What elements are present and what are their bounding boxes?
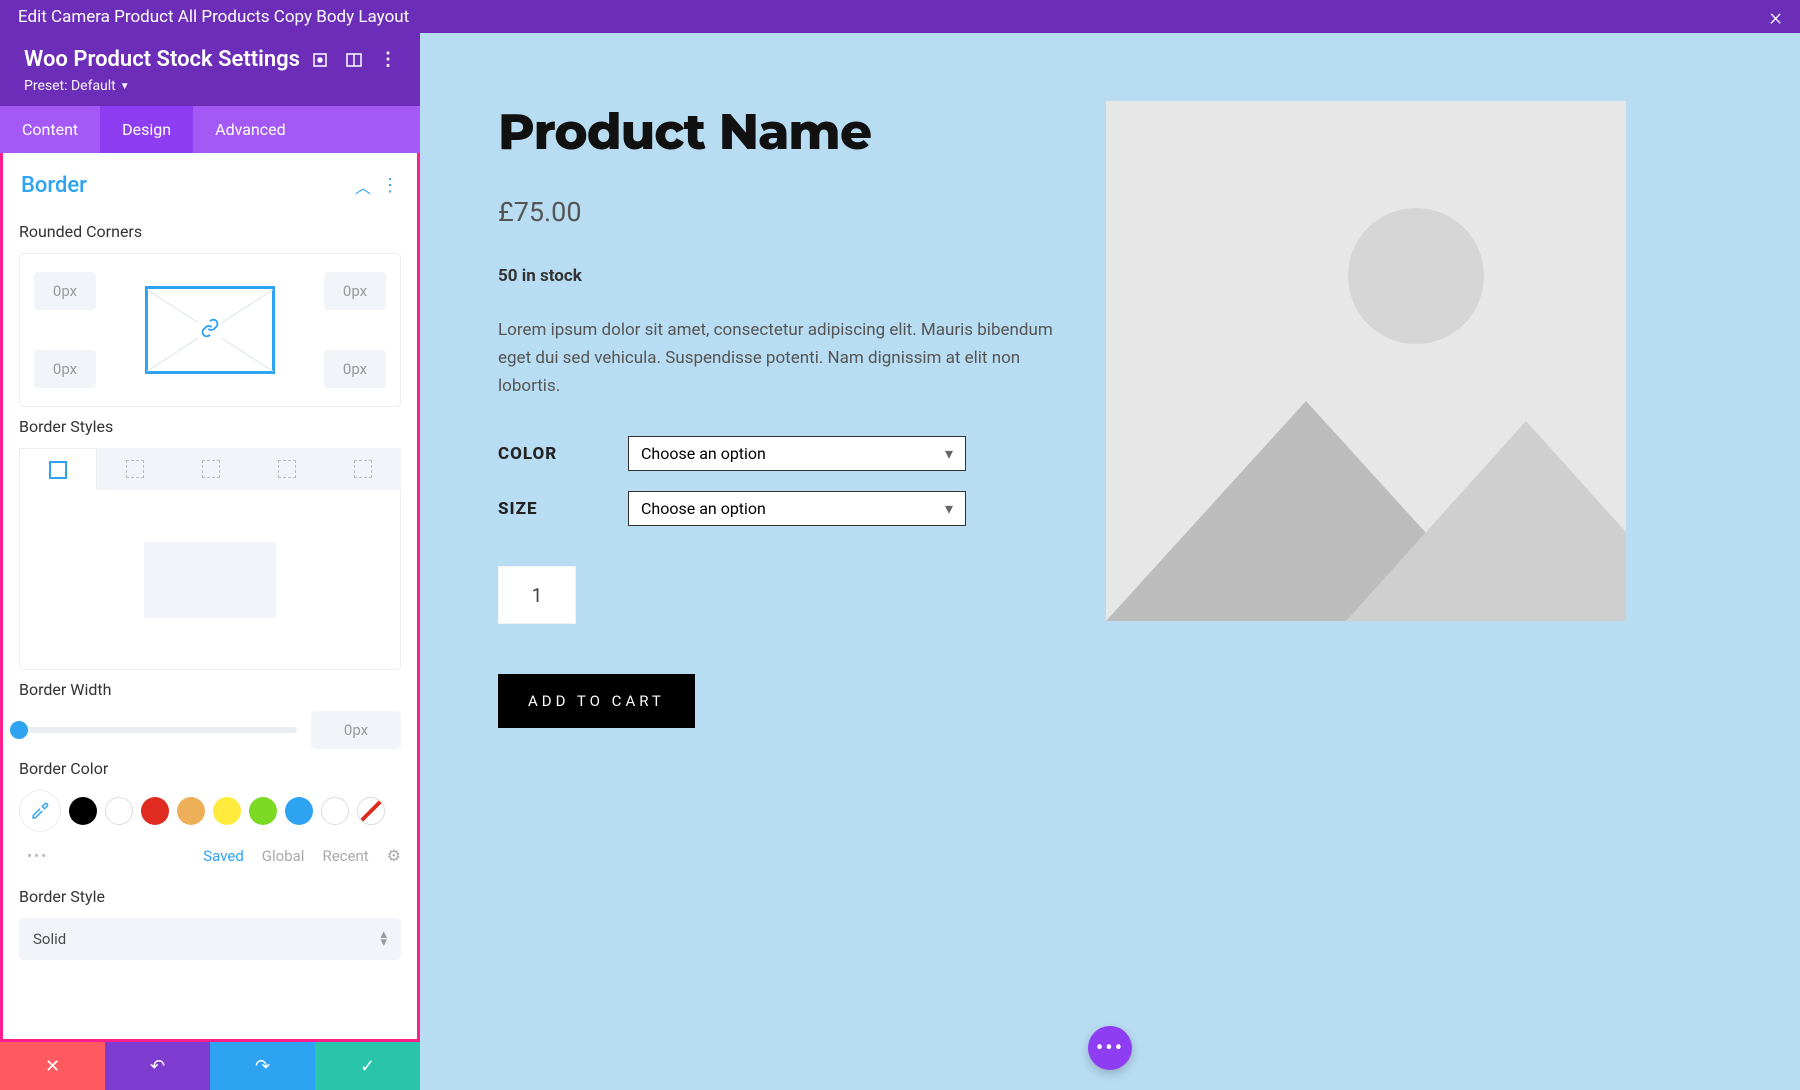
- rounded-corners-label: Rounded Corners: [19, 222, 401, 241]
- border-style-label: Border Style: [19, 887, 401, 906]
- border-width-input[interactable]: [311, 711, 401, 749]
- corner-top-left-input[interactable]: [34, 272, 96, 310]
- border-right-tab[interactable]: [173, 448, 249, 490]
- color-option-label: COLOR: [498, 444, 598, 464]
- link-corners-toggle[interactable]: [145, 286, 275, 374]
- settings-header: Woo Product Stock Settings ⋮ Preset: Def…: [0, 33, 420, 106]
- columns-icon[interactable]: [346, 52, 362, 68]
- cancel-button[interactable]: ✕: [0, 1042, 105, 1090]
- border-all-tab[interactable]: [19, 448, 97, 490]
- link-icon: [198, 316, 222, 344]
- expand-icon[interactable]: [312, 52, 328, 68]
- swatch-black[interactable]: [69, 797, 97, 825]
- border-top-tab[interactable]: [97, 448, 173, 490]
- chevron-down-icon: ▼: [120, 81, 130, 92]
- top-bar: Edit Camera Product All Products Copy Bo…: [0, 0, 1800, 33]
- color-tab-recent[interactable]: Recent: [322, 847, 368, 865]
- color-settings-icon[interactable]: ⚙: [387, 846, 401, 865]
- border-heading[interactable]: Border: [21, 173, 87, 198]
- preset-dropdown[interactable]: Preset: Default ▼: [24, 78, 130, 94]
- settings-title: Woo Product Stock Settings: [24, 47, 300, 72]
- canvas: Product Name £75.00 50 in stock Lorem ip…: [420, 33, 1800, 1090]
- section-more-icon[interactable]: ⋮: [381, 181, 399, 190]
- undo-button[interactable]: ↶: [105, 1042, 210, 1090]
- design-panel: Border ︿ ⋮ Rounded Corners: [0, 153, 420, 1042]
- product-description: Lorem ipsum dolor sit amet, consectetur …: [498, 316, 1058, 400]
- color-tab-global[interactable]: Global: [262, 847, 305, 865]
- collapse-icon[interactable]: ︿: [355, 174, 371, 198]
- settings-sidebar: Woo Product Stock Settings ⋮ Preset: Def…: [0, 33, 420, 1090]
- border-style-tabs: [19, 448, 401, 490]
- swatch-none[interactable]: [357, 797, 385, 825]
- fab-button[interactable]: •••: [1088, 1026, 1132, 1070]
- add-to-cart-button[interactable]: ADD TO CART: [498, 674, 695, 728]
- swatch-white[interactable]: [105, 797, 133, 825]
- product-name: Product Name: [498, 101, 1058, 162]
- swatch-blue[interactable]: [285, 797, 313, 825]
- swatch-green[interactable]: [249, 797, 277, 825]
- size-option-label: SIZE: [498, 499, 598, 519]
- swatch-red[interactable]: [141, 797, 169, 825]
- redo-button[interactable]: ↷: [210, 1042, 315, 1090]
- color-tab-saved[interactable]: Saved: [203, 847, 244, 865]
- corner-bottom-left-input[interactable]: [34, 350, 96, 388]
- rounded-corners-control: [19, 253, 401, 407]
- select-arrows-icon: ▴▾: [380, 931, 387, 947]
- save-button[interactable]: ✓: [315, 1042, 420, 1090]
- product-stock: 50 in stock: [498, 266, 1058, 286]
- color-swatches: [19, 790, 401, 832]
- color-select[interactable]: Choose an option ▾: [628, 436, 966, 471]
- eyedropper-button[interactable]: [19, 790, 61, 832]
- swatch-orange[interactable]: [177, 797, 205, 825]
- border-left-tab[interactable]: [325, 448, 401, 490]
- chevron-down-icon: ▾: [945, 499, 953, 518]
- swatch-yellow[interactable]: [213, 797, 241, 825]
- border-width-slider[interactable]: [19, 727, 297, 733]
- border-width-label: Border Width: [19, 680, 401, 699]
- border-preview: [19, 490, 401, 670]
- tab-design[interactable]: Design: [100, 106, 193, 153]
- page-title: Edit Camera Product All Products Copy Bo…: [18, 7, 409, 27]
- settings-tabs: Content Design Advanced: [0, 106, 420, 153]
- product-image-placeholder: [1106, 101, 1626, 621]
- border-color-label: Border Color: [19, 759, 401, 778]
- tab-content[interactable]: Content: [0, 106, 100, 153]
- size-select[interactable]: Choose an option ▾: [628, 491, 966, 526]
- border-style-select[interactable]: Solid ▴▾: [19, 918, 401, 960]
- quantity-input[interactable]: 1: [498, 566, 576, 624]
- color-more-icon[interactable]: •••: [27, 847, 48, 865]
- close-icon[interactable]: ×: [1769, 3, 1782, 31]
- chevron-down-icon: ▾: [945, 444, 953, 463]
- swatch-empty[interactable]: [321, 797, 349, 825]
- corner-bottom-right-input[interactable]: [324, 350, 386, 388]
- border-bottom-tab[interactable]: [249, 448, 325, 490]
- product-price: £75.00: [498, 196, 1058, 228]
- more-icon[interactable]: ⋮: [380, 52, 396, 68]
- corner-top-right-input[interactable]: [324, 272, 386, 310]
- border-styles-label: Border Styles: [19, 417, 401, 436]
- tab-advanced[interactable]: Advanced: [193, 106, 308, 153]
- footer-actions: ✕ ↶ ↷ ✓: [0, 1042, 420, 1090]
